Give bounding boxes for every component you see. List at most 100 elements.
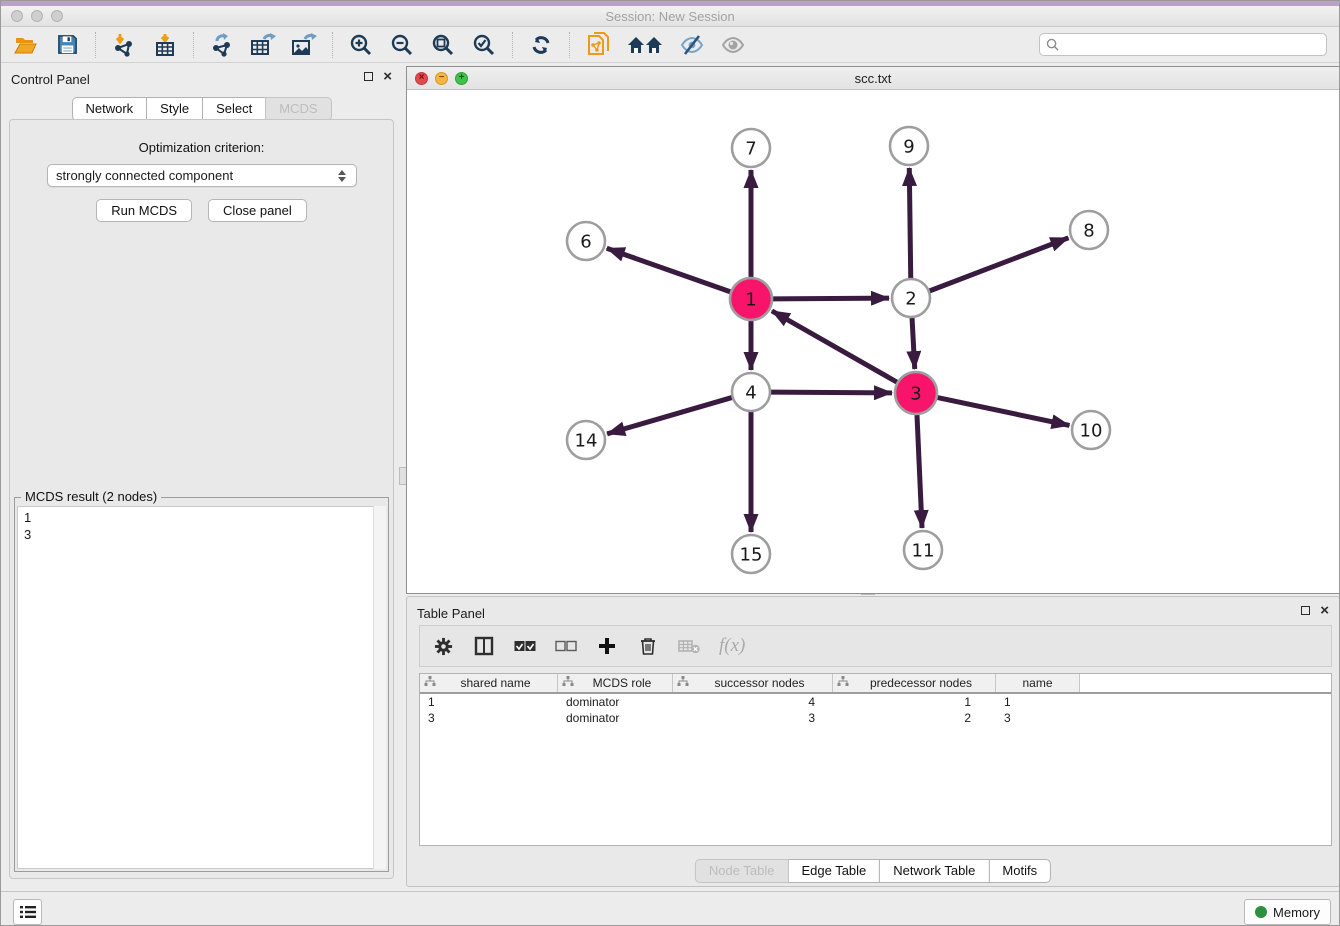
criterion-selected-value: strongly connected component [56,168,338,183]
node-label: 6 [580,232,591,253]
table-cell[interactable]: 4 [673,695,833,709]
node-table: shared nameMCDS rolesuccessor nodesprede… [419,673,1332,846]
graph-node-14[interactable]: 14 [567,421,605,459]
node-label: 14 [575,431,598,452]
zoom-out-icon[interactable] [389,32,415,58]
node-label: 9 [903,137,914,158]
graph-node-1[interactable]: 1 [730,278,772,320]
table-cell[interactable]: 3 [673,711,833,725]
table-panel-tabs: Node TableEdge TableNetwork TableMotifs [695,859,1051,883]
table-cell[interactable]: 1 [996,695,1080,709]
edge-3-1[interactable] [772,311,897,382]
toolbar-separator [512,32,513,58]
delete-column-icon[interactable] [637,635,659,657]
function-builder-icon[interactable]: f(x) [719,635,745,657]
table-row[interactable]: 1dominator411 [420,694,1331,710]
column-header-mcds-role[interactable]: MCDS role [558,674,673,692]
hide-selected-icon[interactable] [679,32,705,58]
close-table-panel-icon[interactable]: × [1320,606,1329,615]
tab-style[interactable]: Style [146,97,203,121]
delete-table-icon[interactable] [678,635,700,657]
edge-1-2[interactable] [773,298,889,299]
table-cell[interactable]: dominator [558,695,673,709]
network-canvas[interactable]: 7 9 6 8 1 2 4 3 14 10 15 11 [407,90,1339,593]
edge-3-10[interactable] [938,398,1070,426]
new-network-from-selection-icon[interactable] [585,32,611,58]
gear-icon[interactable] [432,635,454,657]
tab-edge-table[interactable]: Edge Table [787,859,880,883]
first-neighbors-icon[interactable] [626,32,664,58]
memory-button[interactable]: Memory [1244,899,1331,925]
column-header-name[interactable]: name [996,674,1080,692]
app-title: Session: New Session [1,9,1339,24]
open-session-icon[interactable] [13,32,39,58]
column-header-successor-nodes[interactable]: successor nodes [673,674,833,692]
table-cell[interactable]: 3 [420,711,558,725]
close-panel-icon[interactable]: × [383,72,392,81]
table-cell[interactable]: 3 [996,711,1080,725]
unselect-all-icon[interactable] [555,635,577,657]
graph-node-7[interactable]: 7 [732,129,770,167]
search-field[interactable] [1039,33,1327,56]
table-cell[interactable]: 2 [833,711,996,725]
import-network-icon[interactable] [111,32,137,58]
result-scrollbar[interactable] [373,506,386,869]
network-window-titlebar[interactable]: × − + scc.txt [407,67,1339,90]
tab-motifs[interactable]: Motifs [988,859,1051,883]
export-table-icon[interactable] [250,32,276,58]
application-window: Session: New Session [0,0,1340,926]
graph-node-10[interactable]: 10 [1072,411,1110,449]
edge-3-11[interactable] [917,415,922,528]
run-mcds-button[interactable]: Run MCDS [96,199,192,222]
node-label: 3 [910,384,921,405]
graph-node-11[interactable]: 11 [904,531,942,569]
tab-network[interactable]: Network [71,97,147,121]
tab-node-table[interactable]: Node Table [695,859,789,883]
float-table-panel-icon[interactable] [1301,606,1310,615]
result-item: 3 [24,526,379,543]
close-panel-button[interactable]: Close panel [208,199,307,222]
float-panel-icon[interactable] [364,72,373,81]
tab-network-table[interactable]: Network Table [879,859,989,883]
column-type-icon [677,676,689,690]
search-input[interactable] [1063,38,1320,52]
table-row[interactable]: 3dominator323 [420,710,1331,726]
edge-2-3[interactable] [912,318,915,369]
tab-mcds[interactable]: MCDS [265,97,331,121]
task-history-button[interactable] [13,899,42,925]
import-table-icon[interactable] [152,32,178,58]
export-network-icon[interactable] [209,32,235,58]
column-header-predecessor-nodes[interactable]: predecessor nodes [833,674,996,692]
edge-4-3[interactable] [771,392,892,393]
show-all-icon[interactable] [720,32,746,58]
graph-node-8[interactable]: 8 [1070,211,1108,249]
save-session-icon[interactable] [54,32,80,58]
zoom-fit-icon[interactable] [430,32,456,58]
edge-2-9[interactable] [909,168,910,278]
table-cell[interactable]: 1 [420,695,558,709]
graph-node-3[interactable]: 3 [895,372,937,414]
tab-select[interactable]: Select [202,97,266,121]
network-view-title: scc.txt [407,71,1339,86]
edge-4-14[interactable] [607,398,732,434]
node-label: 2 [905,289,916,310]
graph-node-6[interactable]: 6 [567,222,605,260]
edge-1-6[interactable] [607,248,730,291]
export-image-icon[interactable] [291,32,317,58]
refresh-layout-icon[interactable] [528,32,554,58]
zoom-selected-icon[interactable] [471,32,497,58]
column-header-shared-name[interactable]: shared name [420,674,558,692]
edge-2-8[interactable] [930,238,1069,291]
graph-node-9[interactable]: 9 [890,127,928,165]
graph-node-2[interactable]: 2 [892,279,930,317]
table-cell[interactable]: dominator [558,711,673,725]
graph-node-15[interactable]: 15 [732,535,770,573]
table-cell[interactable]: 1 [833,695,996,709]
zoom-in-icon[interactable] [348,32,374,58]
mcds-result-group: MCDS result (2 nodes) 13 [14,497,389,872]
add-column-icon[interactable] [596,635,618,657]
criterion-select[interactable]: strongly connected component [47,164,357,187]
graph-node-4[interactable]: 4 [732,373,770,411]
column-layout-icon[interactable] [473,635,495,657]
select-all-icon[interactable] [514,635,536,657]
